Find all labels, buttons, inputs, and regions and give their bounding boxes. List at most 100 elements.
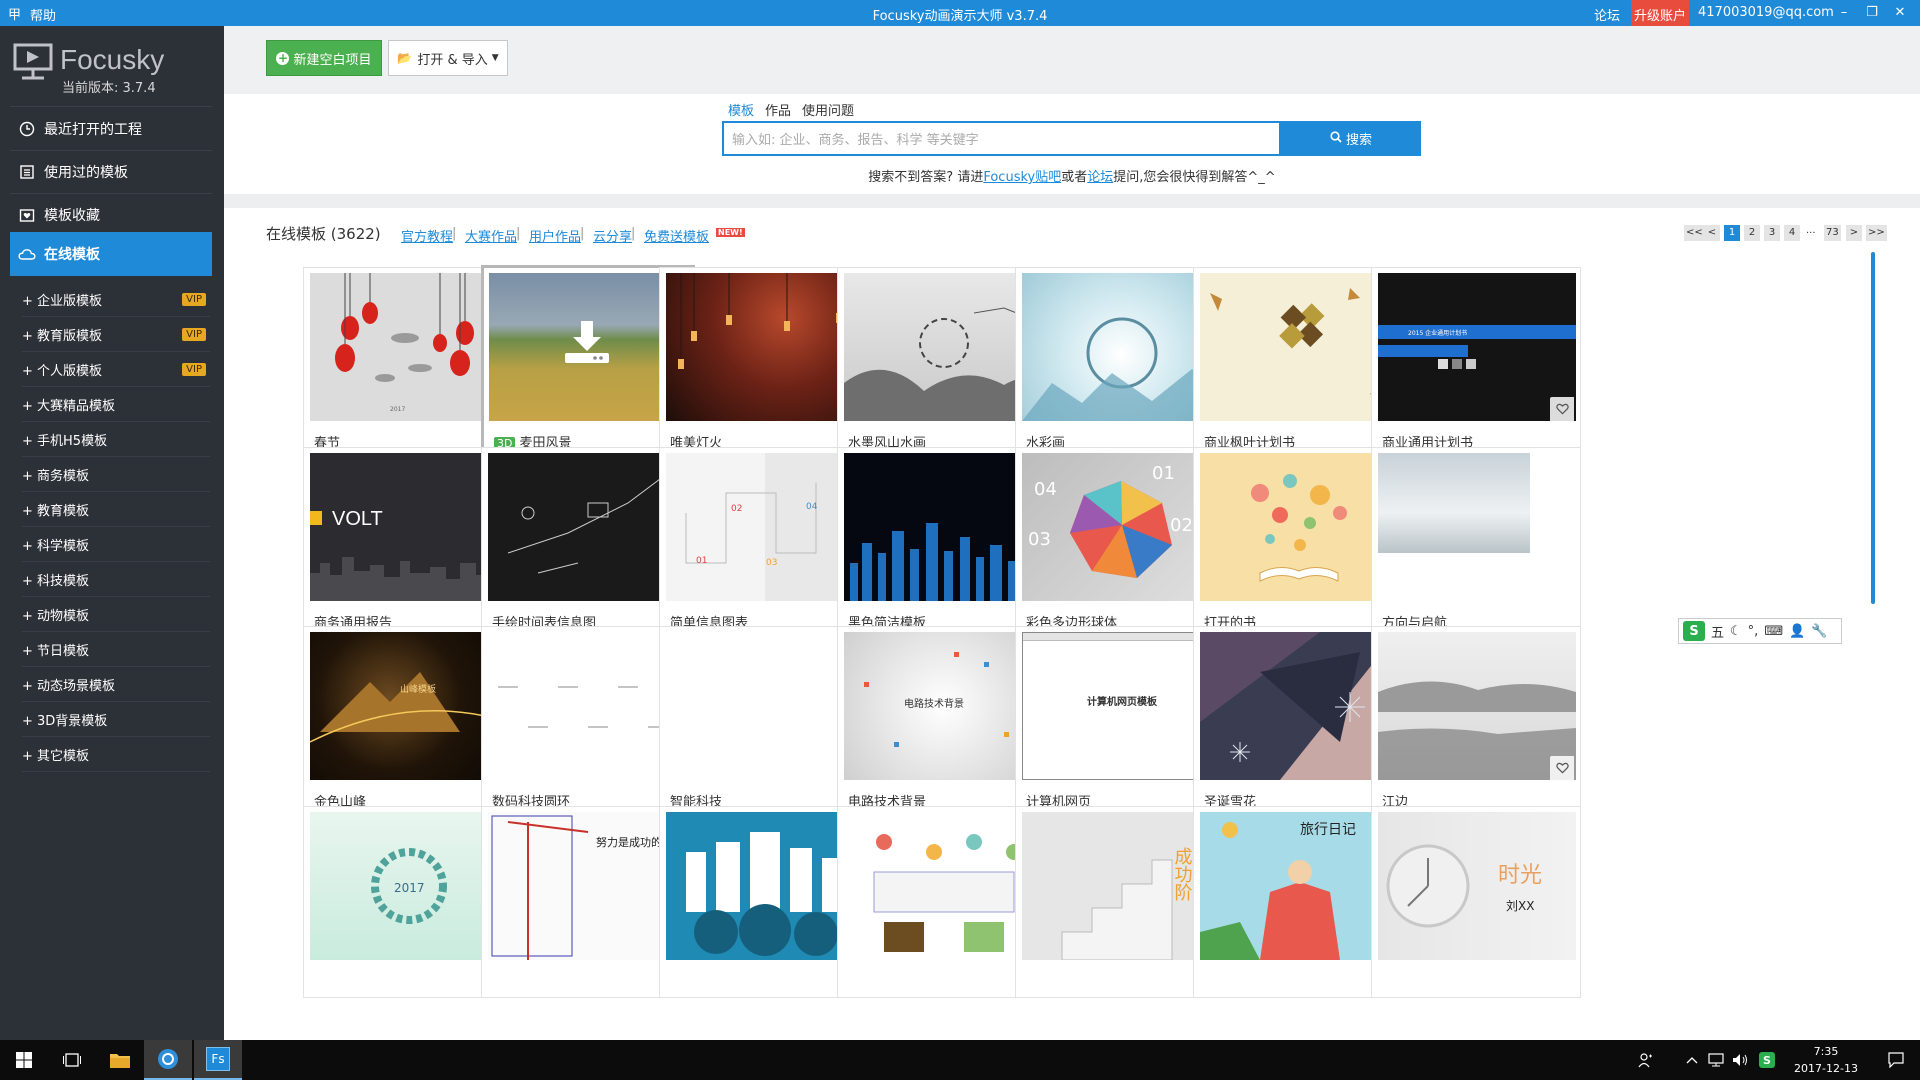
open-import-label: 打开 & 导入 [417, 52, 488, 68]
sidebar-subitem-contest[interactable]: + 大赛精品模板 [22, 388, 210, 422]
link-contest-works[interactable]: 大赛作品 [465, 226, 517, 245]
link-official-tutorials[interactable]: 官方教程 [401, 226, 453, 245]
upgrade-account-button[interactable]: 升级账户 [1631, 0, 1689, 26]
user-icon[interactable]: 👤 [1789, 624, 1805, 639]
account-email[interactable]: 417003019@qq.com [1698, 5, 1834, 20]
sidebar-subitem-animals[interactable]: + 动物模板 [22, 598, 210, 632]
sidebar-item-favorites[interactable]: 模板收藏 [10, 194, 212, 236]
tab-usage-questions[interactable]: 使用问题 [802, 100, 854, 119]
search-input[interactable]: 输入如: 企业、商务、报告、科学 等关键字 [722, 121, 1281, 156]
favorite-heart-icon[interactable] [1550, 756, 1574, 780]
sogou-tray-icon[interactable]: S [1754, 1040, 1780, 1080]
link-user-works[interactable]: 用户作品 [529, 226, 581, 245]
page-4-button[interactable]: 4 [1784, 225, 1800, 241]
template-card[interactable]: 2015 企业通用计划书 商业通用计划书 [1371, 267, 1581, 459]
punctuation-icon[interactable]: °, [1748, 624, 1759, 639]
page-first-button[interactable]: << [1684, 225, 1705, 241]
search-hint: 搜索不到答案? 请进Focusky贴吧或者论坛提问,您会很快得到解答^_^ [224, 166, 1920, 185]
people-icon[interactable] [1630, 1040, 1662, 1080]
version-label: 当前版本: 3.7.4 [62, 81, 156, 96]
sidebar-subitem-education[interactable]: + 教育模板 [22, 493, 210, 527]
sidebar-subitem-business[interactable]: + 商务模板 [22, 458, 210, 492]
focusky-logo-icon [13, 43, 53, 80]
keyboard-icon[interactable]: ⌨ [1764, 624, 1783, 639]
download-icon[interactable] [563, 317, 611, 365]
page-2-button[interactable]: 2 [1744, 225, 1760, 241]
page-last-button[interactable]: >> [1866, 225, 1887, 241]
template-thumbnail: 旅行日记 [1200, 812, 1398, 960]
new-blank-project-button[interactable]: + 新建空白项目 [266, 40, 382, 76]
page-1-button[interactable]: 1 [1724, 225, 1740, 241]
sidebar-subitem-label: + 企业版模板 [22, 294, 103, 309]
sidebar-item-recent[interactable]: 最近打开的工程 [10, 108, 212, 150]
favorite-heart-icon[interactable] [1550, 397, 1574, 421]
sidebar-subitem-label: + 手机H5模板 [22, 434, 108, 449]
page-prev-button[interactable]: < [1704, 225, 1720, 241]
focusky-taskbar-icon[interactable]: Fs [194, 1040, 242, 1080]
separator-bar [224, 194, 1920, 208]
sidebar-subitem-h5[interactable]: + 手机H5模板 [22, 423, 210, 457]
forum-link[interactable]: 论坛 [1594, 5, 1620, 24]
sidebar-subitem-personal[interactable]: + 个人版模板 VIP [22, 353, 210, 387]
sidebar-item-online-templates[interactable]: 在线模板 [10, 232, 212, 276]
template-card[interactable]: 江边 [1371, 626, 1581, 818]
sidebar-subitem-other[interactable]: + 其它模板 [22, 738, 210, 772]
template-card[interactable]: 时光 刘XX [1371, 806, 1581, 998]
browser-icon[interactable] [144, 1040, 192, 1080]
file-explorer-icon[interactable] [96, 1040, 144, 1080]
template-thumbnail [1378, 632, 1576, 780]
restore-icon[interactable]: ❐ [1862, 3, 1882, 23]
black-city-art [850, 523, 1032, 601]
tieba-link[interactable]: Focusky贴吧 [983, 170, 1061, 185]
sidebar-subitem-label: + 3D背景模板 [22, 714, 108, 729]
link-free-templates[interactable]: 免费送模板 [644, 226, 709, 245]
thumb-text: 04 [806, 502, 818, 512]
minimize-icon[interactable]: – [1834, 3, 1854, 23]
ime-mode-label[interactable]: 五 [1711, 622, 1724, 641]
new-badge: NEW! [716, 228, 745, 237]
sidebar-item-label: 模板收藏 [44, 208, 100, 224]
sidebar-subitem-science[interactable]: + 科学模板 [22, 528, 210, 562]
title-bar: 甲 帮助 Focusky动画演示大师 v3.7.4 论坛 升级账户 417003… [0, 0, 1920, 26]
time-clock-art: 时光刘XX [1386, 844, 1542, 928]
thumb-text: 2017 [394, 881, 425, 895]
page-next-button[interactable]: > [1846, 225, 1862, 241]
sidebar-subitem-technology[interactable]: + 科技模板 [22, 563, 210, 597]
forum-hint-link[interactable]: 论坛 [1087, 170, 1113, 185]
network-icon[interactable] [1704, 1040, 1728, 1080]
link-cloud-share[interactable]: 云分享 [593, 226, 632, 245]
sidebar-subitem-label: + 科学模板 [22, 539, 90, 554]
task-view-icon[interactable] [48, 1040, 96, 1080]
sidebar-subitem-enterprise[interactable]: + 企业版模板 VIP [22, 283, 210, 317]
sidebar-subitem-3d-backgrounds[interactable]: + 3D背景模板 [22, 703, 210, 737]
book-day-art [873, 834, 1022, 952]
scrollbar[interactable] [1871, 252, 1875, 604]
volume-icon[interactable] [1728, 1040, 1752, 1080]
start-windows-icon[interactable] [0, 1040, 48, 1080]
search-icon [1330, 130, 1342, 147]
moon-icon[interactable]: ☾ [1730, 624, 1742, 639]
sidebar-item-label: 使用过的模板 [44, 165, 128, 181]
sidebar-subitem-holidays[interactable]: + 节日模板 [22, 633, 210, 667]
ime-toolbar[interactable]: S 五 ☾ °, ⌨ 👤 🔧 [1678, 618, 1842, 644]
sidebar-subitem-education-edition[interactable]: + 教育版模板 VIP [22, 318, 210, 352]
close-icon[interactable]: ✕ [1890, 3, 1910, 23]
thumb-text: 计算机网页模板 [1087, 697, 1157, 708]
clock-date: 2017-12-13 [1794, 1062, 1858, 1075]
new-project-label: 新建空白项目 [293, 52, 372, 68]
clock[interactable]: 7:35 2017-12-13 [1784, 1043, 1868, 1077]
tab-works[interactable]: 作品 [765, 100, 791, 119]
open-import-button[interactable]: 📂 打开 & 导入 ▼ [388, 40, 508, 76]
sidebar-subitem-dynamic-scenes[interactable]: + 动态场景模板 [22, 668, 210, 702]
template-card[interactable]: 方向与启航 [1371, 447, 1581, 639]
notification-icon[interactable] [1878, 1040, 1914, 1080]
caret-down-icon: ▼ [491, 53, 499, 63]
wrench-icon[interactable]: 🔧 [1811, 624, 1827, 639]
chevron-up-icon[interactable] [1680, 1040, 1704, 1080]
search-button[interactable]: 搜索 [1281, 121, 1421, 156]
sidebar-item-used-templates[interactable]: 使用过的模板 [10, 151, 212, 193]
sogou-ime-icon[interactable]: S [1683, 621, 1705, 641]
tab-templates[interactable]: 模板 [728, 100, 754, 119]
page-3-button[interactable]: 3 [1764, 225, 1780, 241]
page-73-button[interactable]: 73 [1824, 225, 1841, 241]
